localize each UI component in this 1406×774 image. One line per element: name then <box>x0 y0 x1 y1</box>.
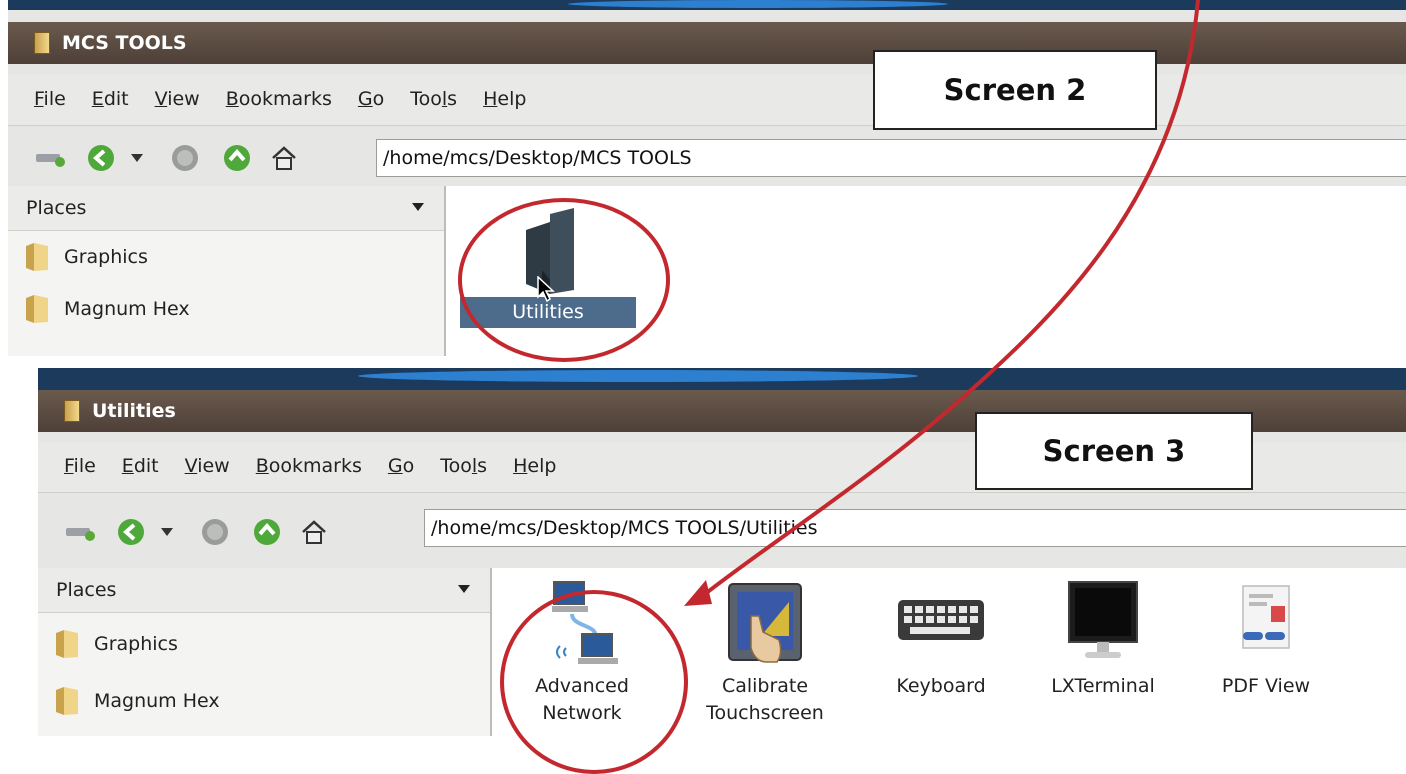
item-label: LXTerminal <box>1051 675 1155 697</box>
home-icon[interactable] <box>300 517 328 547</box>
place-label: Graphics <box>64 246 148 268</box>
callout-text: Screen 3 <box>1042 434 1186 468</box>
menu-view[interactable]: View <box>185 455 230 479</box>
item-label-line2: Touchscreen <box>706 702 824 724</box>
menu-go[interactable]: Go <box>358 88 384 112</box>
history-dropdown-icon[interactable] <box>130 143 144 173</box>
item-pdf-viewer[interactable]: PDF View <box>1196 576 1336 700</box>
new-tab-icon[interactable] <box>34 143 68 173</box>
places-label: Places <box>56 579 117 601</box>
chevron-down-icon[interactable] <box>458 585 470 593</box>
window-title: Utilities <box>92 400 176 422</box>
places-sidebar: Places Graphics Magnum Hex <box>38 568 492 736</box>
place-item-magnum-hex[interactable]: Magnum Hex <box>38 675 490 727</box>
forward-icon[interactable] <box>200 517 230 547</box>
callout-screen-2: Screen 2 <box>873 50 1157 130</box>
menu-edit[interactable]: Edit <box>92 88 129 112</box>
menu-bar: File Edit View Bookmarks Go Tools Help <box>8 75 1406 126</box>
path-text: /home/mcs/Desktop/MCS TOOLS <box>383 147 692 169</box>
path-bar[interactable]: /home/mcs/Desktop/MCS TOOLS <box>376 139 1406 177</box>
folder-icon <box>56 687 78 715</box>
home-icon[interactable] <box>270 143 298 173</box>
place-label: Graphics <box>94 633 178 655</box>
back-icon[interactable] <box>86 143 116 173</box>
up-icon[interactable] <box>222 143 252 173</box>
folder-icon <box>26 243 48 271</box>
place-label: Magnum Hex <box>94 690 220 712</box>
history-dropdown-icon[interactable] <box>160 517 174 547</box>
item-lxterminal[interactable]: LXTerminal <box>1028 576 1178 700</box>
places-header[interactable]: Places <box>8 186 444 231</box>
item-calibrate-touchscreen[interactable]: Calibrate Touchscreen <box>680 576 850 727</box>
menu-file[interactable]: File <box>34 88 66 112</box>
toolbar: /home/mcs/Desktop/MCS TOOLS/Utilities <box>38 506 1406 558</box>
toolbar: /home/mcs/Desktop/MCS TOOLS <box>8 132 1406 184</box>
monitor-icon <box>1068 581 1138 658</box>
folder-icon <box>34 32 50 54</box>
back-icon[interactable] <box>116 517 146 547</box>
menu-help[interactable]: Help <box>513 455 556 479</box>
callout-text: Screen 2 <box>943 73 1087 107</box>
chevron-down-icon[interactable] <box>412 203 424 211</box>
touchscreen-calibrate-icon <box>728 583 802 663</box>
place-item-magnum-hex[interactable]: Magnum Hex <box>8 283 444 335</box>
file-manager-window-screen2: MCS TOOLS File Edit View Bookmarks Go To… <box>8 0 1406 356</box>
menu-go[interactable]: Go <box>388 455 414 479</box>
callout-screen-3: Screen 3 <box>975 412 1253 490</box>
menu-bookmarks[interactable]: Bookmarks <box>226 88 332 112</box>
pdf-document-icon <box>1242 585 1290 649</box>
place-label: Magnum Hex <box>64 298 190 320</box>
menu-view[interactable]: View <box>155 88 200 112</box>
place-item-graphics[interactable]: Graphics <box>8 231 444 283</box>
menu-edit[interactable]: Edit <box>122 455 159 479</box>
up-icon[interactable] <box>252 517 282 547</box>
folder-icon <box>26 295 48 323</box>
window-title: MCS TOOLS <box>62 32 187 54</box>
item-label: PDF View <box>1221 675 1311 697</box>
menu-tools[interactable]: Tools <box>440 455 487 479</box>
desktop-background-strip <box>8 0 1406 10</box>
highlight-ring-advanced-network <box>500 590 688 774</box>
place-item-graphics[interactable]: Graphics <box>38 613 490 675</box>
new-tab-icon[interactable] <box>64 517 98 547</box>
keyboard-icon <box>898 600 984 640</box>
item-label-line1: Calibrate <box>721 675 809 697</box>
path-bar[interactable]: /home/mcs/Desktop/MCS TOOLS/Utilities <box>424 509 1406 547</box>
places-sidebar: Places Graphics Magnum Hex <box>8 186 446 356</box>
path-text: /home/mcs/Desktop/MCS TOOLS/Utilities <box>431 517 818 539</box>
folder-icon <box>64 400 80 422</box>
menu-bookmarks[interactable]: Bookmarks <box>256 455 362 479</box>
item-keyboard[interactable]: Keyboard <box>876 576 1006 700</box>
window-titlebar[interactable]: MCS TOOLS <box>8 22 1406 64</box>
desktop-background-strip <box>38 368 1406 392</box>
forward-icon[interactable] <box>170 143 200 173</box>
menu-help[interactable]: Help <box>483 88 526 112</box>
highlight-ring-utilities <box>458 198 670 362</box>
menu-tools[interactable]: Tools <box>410 88 457 112</box>
places-header[interactable]: Places <box>38 568 490 613</box>
places-label: Places <box>26 197 87 219</box>
item-label: Keyboard <box>896 675 986 697</box>
folder-icon <box>56 630 78 658</box>
menu-file[interactable]: File <box>64 455 96 479</box>
